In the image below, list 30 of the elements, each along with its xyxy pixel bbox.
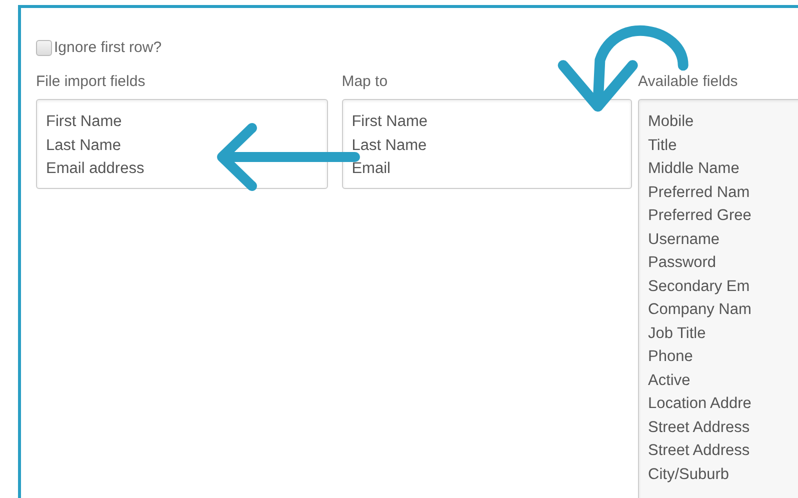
- list-option[interactable]: Street Address: [648, 416, 798, 439]
- list-option[interactable]: City/Suburb: [648, 462, 798, 486]
- column-title: File import fields: [36, 73, 146, 92]
- list-option[interactable]: Mobile: [648, 110, 798, 134]
- list-box[interactable]: First Name Last Name Email address: [36, 99, 328, 189]
- list-box[interactable]: First Name Last Name Email: [342, 99, 632, 189]
- column-title: Available fields: [638, 73, 739, 92]
- list-option[interactable]: Preferred Nam: [648, 180, 798, 204]
- list-option[interactable]: Middle Name: [648, 157, 798, 180]
- list-option[interactable]: Email address: [46, 157, 318, 180]
- column-title: Map to: [342, 73, 389, 92]
- checkbox[interactable]: [36, 40, 52, 56]
- list-option[interactable]: Secondary Em: [648, 274, 798, 298]
- list-option[interactable]: First Name: [46, 110, 318, 134]
- list-option[interactable]: Company Nam: [648, 298, 798, 322]
- list-option[interactable]: Last Name: [46, 134, 318, 157]
- list-option[interactable]: Location Addre: [648, 392, 798, 416]
- list-option[interactable]: Active: [648, 368, 798, 392]
- list-option[interactable]: Job Title: [648, 322, 798, 345]
- list-option[interactable]: Username: [648, 228, 798, 251]
- list-option[interactable]: First Name: [352, 110, 622, 134]
- checkbox-label: Ignore first row?: [54, 39, 162, 56]
- list-option[interactable]: Password: [648, 251, 798, 274]
- list-box[interactable]: Mobile Title Middle Name Preferred Nam Preferred Gree Username Password Secondary Em Company Nam Job Title Phone Active Location Addre Street Address Street Address City/Suburb: [638, 99, 798, 498]
- list-option[interactable]: Email: [352, 157, 622, 180]
- list-option[interactable]: Street Address: [648, 439, 798, 462]
- list-option[interactable]: Phone: [648, 345, 798, 368]
- list-option[interactable]: Title: [648, 134, 798, 157]
- list-option[interactable]: Preferred Gree: [648, 204, 798, 228]
- list-option[interactable]: Last Name: [352, 134, 622, 157]
